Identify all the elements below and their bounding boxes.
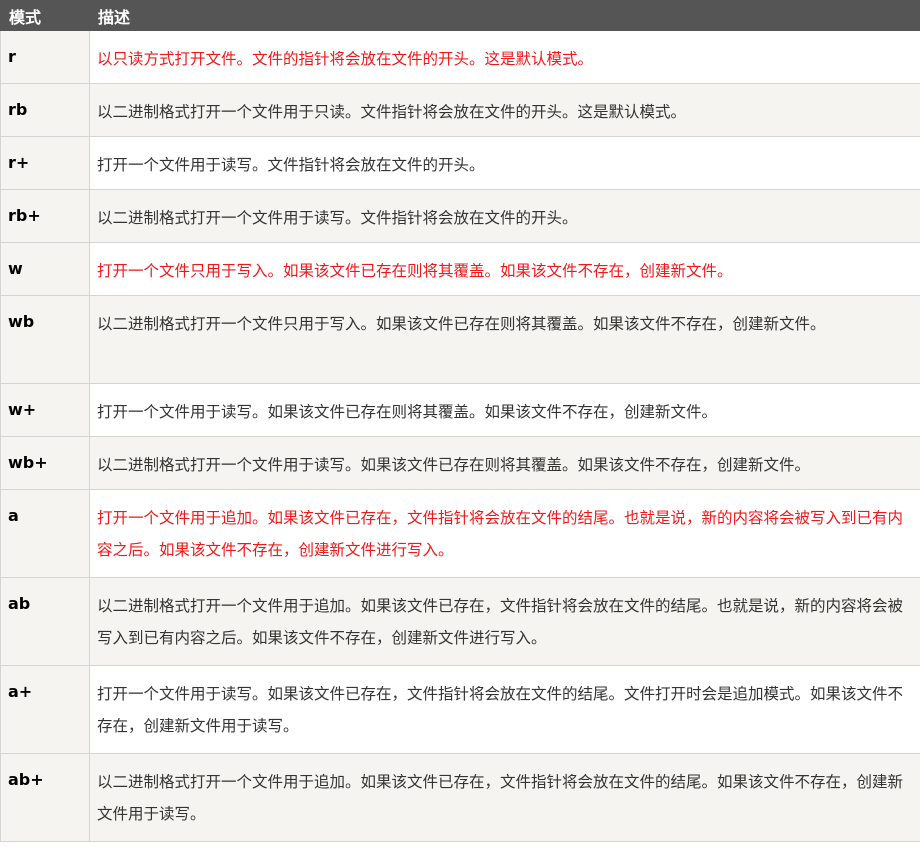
table-row: ab+ 以二进制格式打开一个文件用于追加。如果该文件已存在，文件指针将会放在文件… — [0, 753, 920, 842]
table-row: a+ 打开一个文件用于读写。如果该文件已存在，文件指针将会放在文件的结尾。文件打… — [0, 665, 920, 754]
table-header-row: 模式 描述 — [0, 0, 920, 31]
mode-cell: a — [0, 489, 90, 578]
description-cell: 以二进制格式打开一个文件用于追加。如果该文件已存在，文件指针将会放在文件的结尾。… — [89, 577, 920, 666]
mode-cell: r+ — [0, 136, 90, 190]
header-description: 描述 — [89, 0, 920, 31]
table-row: wb+ 以二进制格式打开一个文件用于读写。如果该文件已存在则将其覆盖。如果该文件… — [0, 436, 920, 490]
mode-cell: wb — [0, 295, 90, 384]
description-cell: 以二进制格式打开一个文件用于只读。文件指针将会放在文件的开头。这是默认模式。 — [89, 83, 920, 137]
table-body: r 以只读方式打开文件。文件的指针将会放在文件的开头。这是默认模式。 rb 以二… — [0, 30, 920, 842]
description-cell: 以二进制格式打开一个文件用于追加。如果该文件已存在，文件指针将会放在文件的结尾。… — [89, 753, 920, 842]
mode-cell: r — [0, 30, 90, 84]
description-cell: 以二进制格式打开一个文件只用于写入。如果该文件已存在则将其覆盖。如果该文件不存在… — [89, 295, 920, 384]
mode-cell: wb+ — [0, 436, 90, 490]
table-row: r 以只读方式打开文件。文件的指针将会放在文件的开头。这是默认模式。 — [0, 30, 920, 84]
description-cell: 以二进制格式打开一个文件用于读写。文件指针将会放在文件的开头。 — [89, 189, 920, 243]
description-cell: 打开一个文件用于读写。如果该文件已存在，文件指针将会放在文件的结尾。文件打开时会… — [89, 665, 920, 754]
mode-cell: a+ — [0, 665, 90, 754]
mode-cell: rb+ — [0, 189, 90, 243]
table-row: wb 以二进制格式打开一个文件只用于写入。如果该文件已存在则将其覆盖。如果该文件… — [0, 295, 920, 384]
table-row: w+ 打开一个文件用于读写。如果该文件已存在则将其覆盖。如果该文件不存在，创建新… — [0, 383, 920, 437]
table-row: rb+ 以二进制格式打开一个文件用于读写。文件指针将会放在文件的开头。 — [0, 189, 920, 243]
mode-cell: w+ — [0, 383, 90, 437]
mode-cell: w — [0, 242, 90, 296]
table-row: ab 以二进制格式打开一个文件用于追加。如果该文件已存在，文件指针将会放在文件的… — [0, 577, 920, 666]
table-row: rb 以二进制格式打开一个文件用于只读。文件指针将会放在文件的开头。这是默认模式… — [0, 83, 920, 137]
table-row: r+ 打开一个文件用于读写。文件指针将会放在文件的开头。 — [0, 136, 920, 190]
description-cell: 以二进制格式打开一个文件用于读写。如果该文件已存在则将其覆盖。如果该文件不存在，… — [89, 436, 920, 490]
description-cell: 以只读方式打开文件。文件的指针将会放在文件的开头。这是默认模式。 — [89, 30, 920, 84]
file-mode-table: 模式 描述 r 以只读方式打开文件。文件的指针将会放在文件的开头。这是默认模式。… — [0, 0, 920, 842]
description-cell: 打开一个文件用于读写。如果该文件已存在则将其覆盖。如果该文件不存在，创建新文件。 — [89, 383, 920, 437]
mode-cell: ab — [0, 577, 90, 666]
description-cell: 打开一个文件用于追加。如果该文件已存在，文件指针将会放在文件的结尾。也就是说，新… — [89, 489, 920, 578]
table-row: a 打开一个文件用于追加。如果该文件已存在，文件指针将会放在文件的结尾。也就是说… — [0, 489, 920, 578]
description-cell: 打开一个文件用于读写。文件指针将会放在文件的开头。 — [89, 136, 920, 190]
mode-cell: rb — [0, 83, 90, 137]
description-cell: 打开一个文件只用于写入。如果该文件已存在则将其覆盖。如果该文件不存在，创建新文件… — [89, 242, 920, 296]
mode-cell: ab+ — [0, 753, 90, 842]
header-mode: 模式 — [0, 0, 90, 31]
table-row: w 打开一个文件只用于写入。如果该文件已存在则将其覆盖。如果该文件不存在，创建新… — [0, 242, 920, 296]
